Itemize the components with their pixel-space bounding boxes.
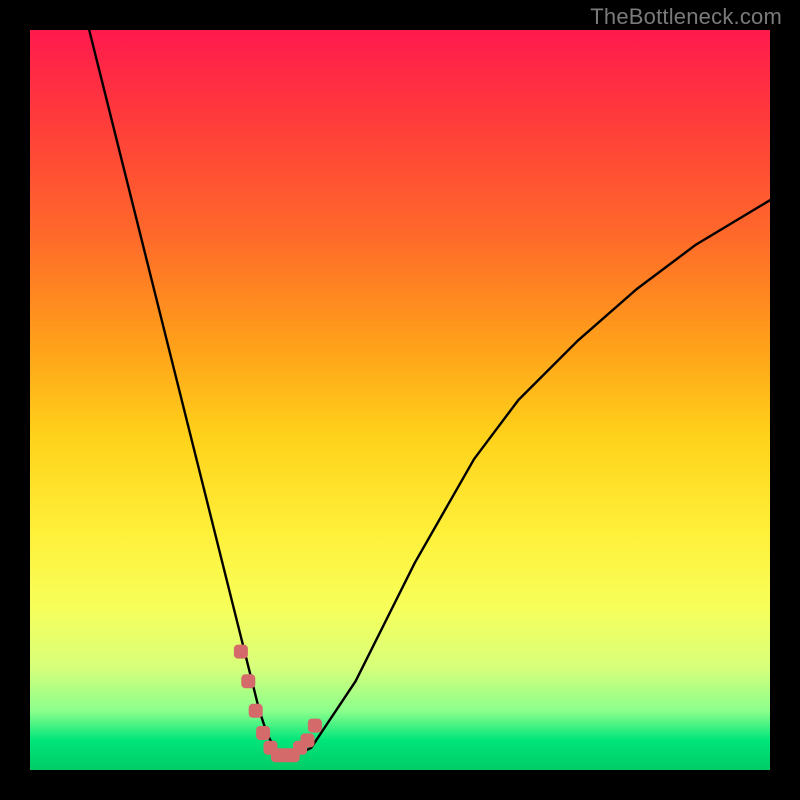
- chart-frame: TheBottleneck.com: [0, 0, 800, 800]
- bottleneck-curve: [89, 30, 770, 755]
- highlight-dot: [234, 645, 248, 659]
- watermark-text: TheBottleneck.com: [590, 4, 782, 30]
- highlight-dot: [249, 704, 263, 718]
- chart-svg: [30, 30, 770, 770]
- highlight-dot: [308, 719, 322, 733]
- highlight-dot: [241, 674, 255, 688]
- highlight-dot: [301, 733, 315, 747]
- plot-area: [30, 30, 770, 770]
- highlight-dot: [256, 726, 270, 740]
